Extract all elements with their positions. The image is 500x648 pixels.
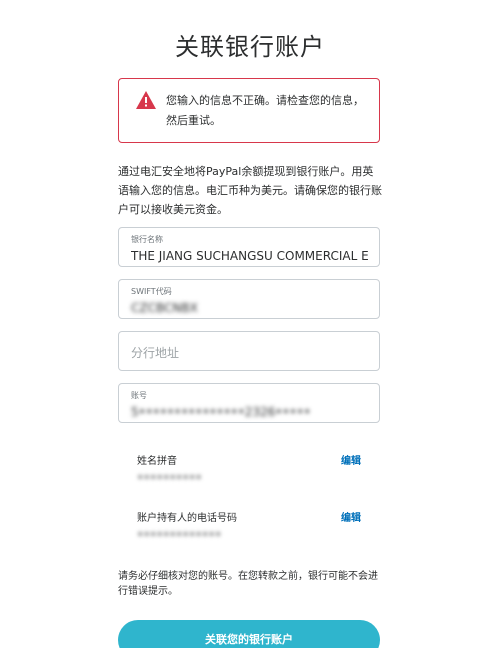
verification-note: 请务必仔细核对您的账号。在您转款之前，银行可能不会进行错误提示。 [118,571,378,597]
branch-address-placeholder[interactable]: 分行地址 [131,344,179,361]
account-number-field[interactable]: 账号 5•••••••••••••••2326••••• [118,383,380,423]
swift-code-field[interactable]: SWIFT代码 CZCBCNBX [118,279,380,319]
holder-phone-value: ••••••••••••• [137,528,222,541]
account-number-label: 账号 [131,391,147,400]
link-bank-account-page: 关联银行账户 您输入的信息不正确。请检查您的信息，然后重试。 通过电汇安全地将P… [0,0,500,648]
alert-message: 您输入的信息不正确。请检查您的信息，然后重试。 [166,94,364,127]
link-bank-account-button[interactable]: 关联您的银行账户 [118,620,380,648]
page-title: 关联银行账户 [175,33,325,61]
swift-code-label: SWIFT代码 [131,287,172,296]
warning-triangle-icon [136,91,156,109]
bank-name-value[interactable]: THE JIANG SUCHANGSU COMMERCIAL E [131,249,373,263]
edit-holder-phone-link[interactable]: 编辑 [341,509,361,524]
name-pinyin-value: •••••••••• [137,471,202,484]
swift-code-value[interactable]: CZCBCNBX [131,301,373,315]
holder-phone-label: 账户持有人的电话号码 [137,513,237,524]
bank-name-field[interactable]: 银行名称 THE JIANG SUCHANGSU COMMERCIAL E [118,227,380,267]
error-alert: 您输入的信息不正确。请检查您的信息，然后重试。 [118,78,380,143]
intro-text: 通过电汇安全地将PayPal余额提现到银行账户。用英语输入您的信息。电汇币种为美… [118,165,382,216]
bank-name-label: 银行名称 [131,235,163,244]
edit-name-pinyin-link[interactable]: 编辑 [341,452,361,467]
name-pinyin-label: 姓名拼音 [137,456,177,467]
account-number-value[interactable]: 5•••••••••••••••2326••••• [131,405,373,419]
branch-address-field[interactable]: 分行地址 [118,331,380,371]
